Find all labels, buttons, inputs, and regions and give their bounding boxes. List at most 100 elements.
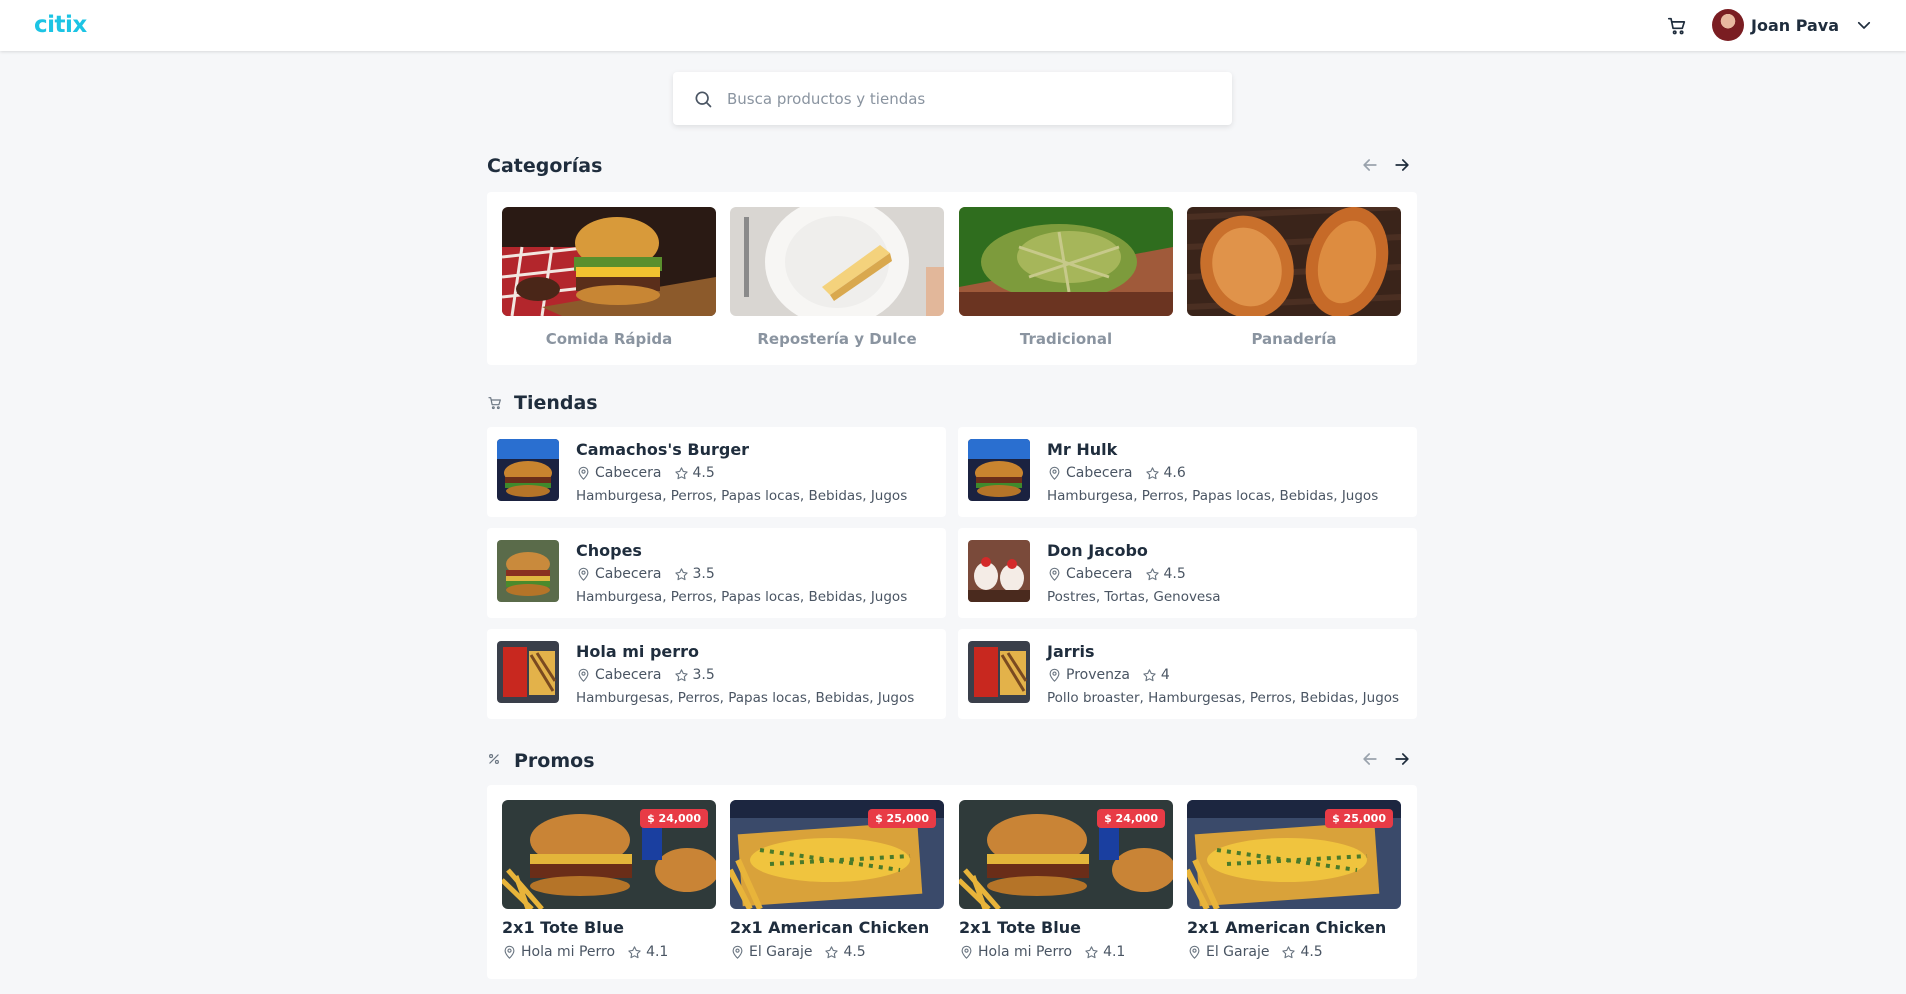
- category-label: Panadería: [1251, 330, 1337, 348]
- star-icon: [1085, 945, 1098, 958]
- price-badge: $ 24,000: [1097, 809, 1165, 828]
- store-rating: 3.5: [692, 667, 715, 683]
- stores-title: Tiendas: [514, 392, 598, 414]
- promo-title: 2x1 American Chicken: [730, 918, 930, 937]
- arrow-left-icon[interactable]: [1360, 155, 1380, 175]
- search-bar: [673, 72, 1232, 125]
- store-image: [497, 439, 559, 501]
- avatar: [1712, 9, 1744, 41]
- promo-meta: Hola mi Perro 4.1: [502, 944, 716, 960]
- category-image: [730, 207, 944, 316]
- promo-meta: Hola mi Perro 4.1: [959, 944, 1173, 960]
- categories-nav: [1360, 155, 1412, 175]
- store-card[interactable]: Jarris Provenza 4 Pollo broaster, Hambur…: [958, 629, 1417, 719]
- store-location: Cabecera: [1066, 566, 1133, 582]
- store-location: Cabecera: [595, 566, 662, 582]
- promo-store: El Garaje: [749, 944, 813, 960]
- store-meta: Cabecera 3.5: [576, 566, 715, 582]
- promo-rating: 4.5: [1300, 944, 1323, 960]
- star-icon: [825, 945, 839, 958]
- location-pin-icon: [1049, 668, 1060, 682]
- store-meta: Cabecera 4.5: [1047, 566, 1186, 582]
- categories-title: Categorías: [487, 155, 603, 177]
- arrow-right-icon[interactable]: [1392, 749, 1412, 769]
- store-card[interactable]: Chopes Cabecera 3.5 Hamburgesa, Perros, …: [487, 528, 946, 618]
- promos-nav: [1360, 749, 1412, 769]
- location-pin-icon: [578, 668, 589, 682]
- price-badge: $ 24,000: [640, 809, 708, 828]
- search-icon: [695, 91, 712, 107]
- promo-card[interactable]: $ 24,000 2x1 Tote Blue Hola mi Perro 4.1: [502, 800, 716, 960]
- category-card-comida-rapida[interactable]: Comida Rápida: [502, 207, 716, 348]
- price-badge: $ 25,000: [1325, 809, 1393, 828]
- store-rating: 4: [1160, 667, 1170, 683]
- arrow-right-icon[interactable]: [1392, 155, 1412, 175]
- cart-icon[interactable]: [1666, 15, 1688, 37]
- chevron-down-icon[interactable]: [1855, 16, 1873, 34]
- store-card[interactable]: Mr Hulk Cabecera 4.6 Hamburgesa, Perros,…: [958, 427, 1417, 517]
- store-tags: Pollo broaster, Hamburgesas, Perros, Beb…: [1047, 690, 1400, 706]
- category-card-tradicional[interactable]: Tradicional: [959, 207, 1173, 348]
- store-image: [497, 641, 559, 703]
- store-name: Chopes: [576, 541, 642, 560]
- store-name: Hola mi perro: [576, 642, 700, 661]
- category-card-reposteria[interactable]: Repostería y Dulce: [730, 207, 944, 348]
- store-rating: 4.6: [1163, 465, 1186, 481]
- promo-card[interactable]: $ 25,000 2x1 American Chicken El Garaje …: [1187, 800, 1401, 960]
- star-icon: [628, 945, 641, 958]
- search-input[interactable]: [727, 89, 1207, 108]
- store-tags: Hamburgesa, Perros, Papas locas, Bebidas…: [1047, 488, 1379, 504]
- category-image: [1187, 207, 1401, 316]
- category-label: Comida Rápida: [545, 330, 673, 348]
- star-icon: [1143, 668, 1156, 681]
- location-pin-icon: [578, 466, 589, 480]
- promo-image: $ 25,000: [730, 800, 944, 909]
- promo-title: 2x1 Tote Blue: [502, 918, 624, 937]
- location-pin-icon: [578, 567, 589, 581]
- store-card[interactable]: Camachos's Burger Cabecera 4.5 Hamburges…: [487, 427, 946, 517]
- category-label: Tradicional: [1019, 330, 1113, 348]
- promo-rating: 4.5: [843, 944, 866, 960]
- promo-store: Hola mi Perro: [978, 944, 1073, 960]
- store-location: Cabecera: [595, 465, 662, 481]
- promo-rating: 4.1: [1103, 944, 1126, 960]
- user-menu[interactable]: Joan Pava: [1712, 9, 1873, 41]
- location-pin-icon: [961, 945, 972, 959]
- store-name: Mr Hulk: [1047, 440, 1118, 459]
- user-name: Joan Pava: [1751, 15, 1840, 35]
- promo-store: Hola mi Perro: [521, 944, 616, 960]
- promo-card[interactable]: $ 25,000 2x1 American Chicken El Garaje …: [730, 800, 944, 960]
- store-location: Provenza: [1066, 667, 1130, 683]
- store-card[interactable]: Hola mi perro Cabecera 3.5 Hamburgesas, …: [487, 629, 946, 719]
- star-icon: [674, 466, 688, 479]
- promo-title: 2x1 Tote Blue: [959, 918, 1081, 937]
- store-meta: Cabecera 3.5: [576, 667, 715, 683]
- promo-store: El Garaje: [1206, 944, 1270, 960]
- store-image: [968, 439, 1030, 501]
- promos-title: Promos: [514, 750, 595, 772]
- promos-panel: $ 24,000 2x1 Tote Blue Hola mi Perro 4.1…: [487, 785, 1417, 979]
- percent-icon: [489, 754, 499, 764]
- store-meta: Provenza 4: [1047, 667, 1170, 683]
- store-meta: Cabecera 4.6: [1047, 465, 1186, 481]
- location-pin-icon: [504, 945, 515, 959]
- store-tags: Hamburgesas, Perros, Papas locas, Bebida…: [576, 690, 915, 706]
- store-location: Cabecera: [595, 667, 662, 683]
- logo[interactable]: citix: [34, 12, 87, 38]
- promo-meta: El Garaje 4.5: [730, 944, 944, 960]
- arrow-left-icon[interactable]: [1360, 749, 1380, 769]
- store-card[interactable]: Don Jacobo Cabecera 4.5 Postres, Tortas,…: [958, 528, 1417, 618]
- category-image: [502, 207, 716, 316]
- store-tags: Hamburgesa, Perros, Papas locas, Bebidas…: [576, 589, 908, 605]
- category-label: Repostería y Dulce: [757, 330, 917, 348]
- store-location: Cabecera: [1066, 465, 1133, 481]
- store-image: [968, 540, 1030, 602]
- promo-image: $ 24,000: [959, 800, 1173, 909]
- promo-card[interactable]: $ 24,000 2x1 Tote Blue Hola mi Perro 4.1: [959, 800, 1173, 960]
- category-card-panaderia[interactable]: Panadería: [1187, 207, 1401, 348]
- promo-meta: El Garaje 4.5: [1187, 944, 1401, 960]
- store-meta: Cabecera 4.5: [576, 465, 715, 481]
- star-icon: [1145, 466, 1159, 479]
- promo-title: 2x1 American Chicken: [1187, 918, 1387, 937]
- promo-rating: 4.1: [646, 944, 669, 960]
